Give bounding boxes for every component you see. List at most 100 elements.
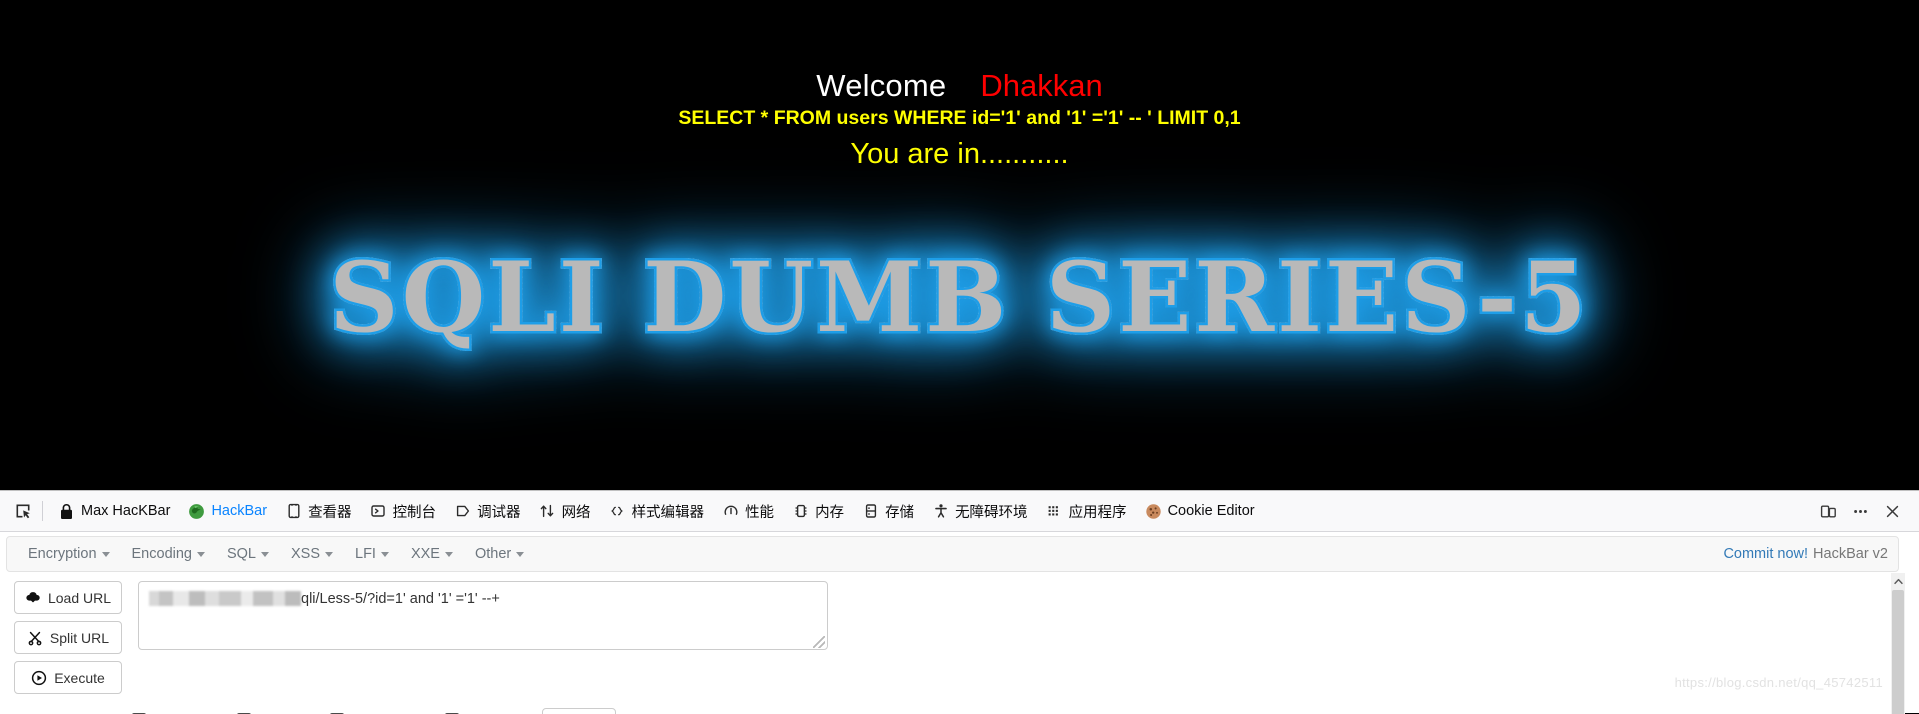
hackbar-options-row: Post data Referer User Agent Cookies Cle… [132, 708, 694, 714]
textarea-resize-handle[interactable] [813, 636, 825, 648]
split-url-label: Split URL [49, 629, 110, 646]
tab-debugger[interactable]: 调试器 [445, 491, 530, 532]
url-input[interactable]: qli/Less-5/?id=1' and '1' ='1' --+ [138, 581, 828, 650]
execute-label: Execute [54, 669, 105, 686]
menu-xxe[interactable]: XXE [400, 546, 464, 562]
menu-encoding-label: Encoding [131, 546, 192, 562]
chevron-down-icon [444, 551, 453, 557]
tab-cookie-editor-label: Cookie Editor [1167, 503, 1255, 519]
tab-memory[interactable]: 内存 [783, 491, 853, 532]
url-visible-text: qli/Less-5/?id=1' and '1' ='1' --+ [301, 591, 500, 607]
execute-icon [31, 670, 47, 686]
load-url-icon [25, 590, 41, 606]
network-icon [539, 503, 556, 520]
chevron-down-icon [380, 551, 389, 557]
scrollbar-thumb[interactable] [1892, 590, 1904, 714]
chevron-down-icon [261, 551, 269, 557]
devtools-toolbar: Max HacKBar HackBar 查看器 控制台 调试器 网络 样式编辑器… [0, 491, 1919, 532]
menu-lfi[interactable]: LFI [344, 546, 400, 562]
tab-performance-label: 性能 [745, 504, 775, 521]
accessibility-icon [932, 503, 949, 520]
tab-hackbar-label: HackBar [211, 503, 268, 519]
tab-inspector[interactable]: 查看器 [276, 491, 361, 532]
debugger-icon [454, 503, 471, 520]
tab-accessibility[interactable]: 无障碍环境 [923, 491, 1037, 532]
split-url-icon [27, 630, 43, 646]
hackbar-action-buttons: Load URL Split URL Execute [14, 581, 122, 694]
tab-network[interactable]: 网络 [530, 491, 600, 532]
chevron-down-icon [516, 551, 525, 557]
menu-encryption[interactable]: Encryption [17, 546, 121, 562]
chevron-down-icon [101, 551, 110, 557]
tab-memory-label: 内存 [815, 504, 845, 521]
element-picker-icon[interactable] [6, 496, 40, 526]
tab-style-editor-label: 样式编辑器 [631, 504, 705, 521]
tab-storage[interactable]: 存储 [853, 491, 923, 532]
load-url-label: Load URL [47, 589, 112, 606]
tab-hackbar[interactable]: HackBar [179, 491, 276, 532]
console-icon [370, 503, 387, 520]
redacted-url-prefix [149, 591, 301, 606]
menu-sql-label: SQL [226, 546, 256, 562]
tab-max-hackbar-label: Max HacKBar [81, 503, 171, 519]
execute-button[interactable]: Execute [14, 661, 122, 694]
hackbar-version-label: HackBar v2 [1813, 546, 1888, 562]
lock-icon [58, 503, 75, 520]
toolbar-divider [42, 501, 43, 521]
inspector-icon [285, 503, 302, 520]
tab-performance[interactable]: 性能 [713, 491, 783, 532]
responsive-design-mode-icon[interactable] [1813, 496, 1843, 526]
hackbar-body: Load URL Split URL Execute qli/Less-5/?i… [0, 572, 1905, 694]
menu-xss[interactable]: XSS [280, 546, 344, 562]
tab-accessibility-label: 无障碍环境 [955, 504, 1028, 521]
memory-icon [792, 503, 809, 520]
sql-query-text: SELECT * FROM users WHERE id='1' and '1'… [678, 107, 1241, 129]
menu-encoding[interactable]: Encoding [121, 546, 216, 562]
close-devtools-icon[interactable] [1877, 496, 1907, 526]
devtools-panel: Max HacKBar HackBar 查看器 控制台 调试器 网络 样式编辑器… [0, 490, 1919, 714]
tab-application-label: 应用程序 [1068, 504, 1127, 521]
hackbar-panel: Encryption Encoding SQL XSS LFI XXE Othe… [0, 532, 1905, 714]
chevron-down-icon [325, 551, 334, 557]
more-options-icon[interactable] [1845, 496, 1875, 526]
url-input-text: qli/Less-5/?id=1' and '1' ='1' --+ [149, 590, 817, 608]
menu-other[interactable]: Other [464, 546, 535, 562]
hackbar-scrollbar[interactable] [1891, 573, 1905, 714]
welcome-label: Welcome [816, 68, 947, 103]
hackbar-menubar: Encryption Encoding SQL XSS LFI XXE Othe… [6, 536, 1899, 572]
tab-max-hackbar[interactable]: Max HacKBar [49, 491, 179, 532]
style-editor-icon [609, 503, 626, 520]
commit-now-link[interactable]: Commit now! [1723, 546, 1808, 562]
banner-title: SQLI DUMB SERIES-5 [327, 238, 1590, 358]
menu-sql[interactable]: SQL [216, 546, 280, 562]
menu-lfi-label: LFI [355, 546, 376, 562]
tab-application[interactable]: 应用程序 [1037, 491, 1136, 532]
tab-network-label: 网络 [561, 504, 591, 521]
load-url-button[interactable]: Load URL [14, 581, 122, 614]
menu-other-label: Other [474, 546, 512, 562]
status-text: You are in........... [850, 138, 1069, 170]
tab-storage-label: 存储 [885, 504, 915, 521]
scrollbar-up-arrow[interactable] [1891, 573, 1905, 589]
tab-cookie-editor[interactable]: Cookie Editor [1136, 491, 1264, 532]
menu-xxe-label: XXE [410, 546, 440, 562]
menu-encryption-label: Encryption [28, 546, 97, 562]
tab-style-editor[interactable]: 样式编辑器 [600, 491, 714, 532]
storage-icon [862, 503, 879, 520]
banner: SQLI DUMB SERIES-5 [0, 238, 1919, 368]
tab-console-label: 控制台 [392, 504, 437, 521]
small-input[interactable] [541, 708, 616, 714]
sqli-lab-page: Welcome Dhakkan SELECT * FROM users WHERE… [0, 0, 1919, 490]
blog-watermark: https://blog.csdn.net/qq_45742511 [1674, 675, 1883, 690]
chevron-down-icon [196, 551, 205, 557]
tab-console[interactable]: 控制台 [361, 491, 446, 532]
tab-inspector-label: 查看器 [308, 504, 352, 521]
performance-icon [722, 503, 739, 520]
menu-xss-label: XSS [291, 546, 321, 562]
cookie-icon [1145, 503, 1162, 520]
split-url-button[interactable]: Split URL [14, 621, 122, 654]
application-icon [1046, 503, 1063, 520]
firefox-icon [188, 503, 205, 520]
welcome-username: Dhakkan [980, 68, 1103, 103]
devtools-toolbar-actions [1813, 496, 1913, 526]
